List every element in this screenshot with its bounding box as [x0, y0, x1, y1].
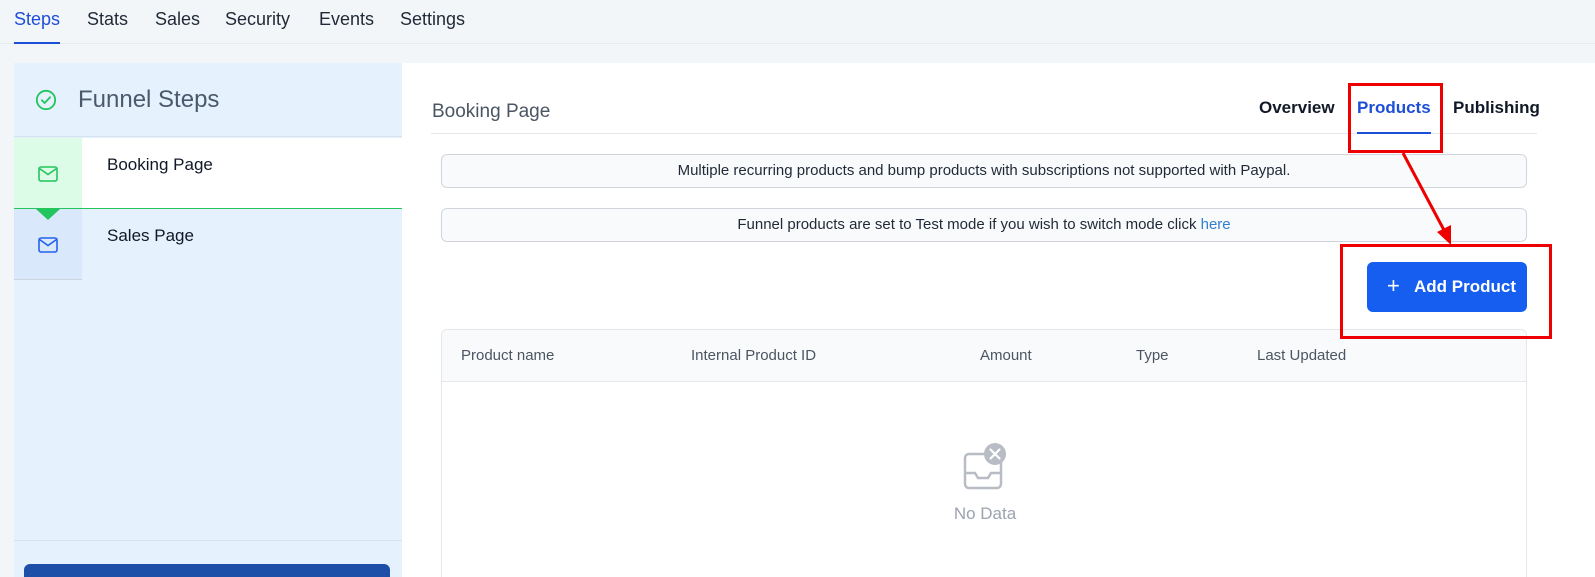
funnel-steps-sidebar: Funnel Steps Booking Page Sales Page [14, 63, 402, 577]
tab-sales[interactable]: Sales [155, 8, 200, 44]
step-booking-page[interactable]: Booking Page [14, 138, 402, 220]
top-nav: Steps Stats Sales Security Events Settin… [0, 0, 1595, 44]
tab-events[interactable]: Events [319, 8, 374, 44]
paypal-notice: Multiple recurring products and bump pro… [441, 154, 1527, 188]
column-header-last-updated[interactable]: Last Updated [1257, 347, 1346, 364]
mail-icon [38, 237, 58, 253]
sidebar-header: Funnel Steps [14, 63, 402, 137]
check-circle-icon [35, 89, 57, 111]
tab-security[interactable]: Security [225, 8, 290, 44]
column-header-internal-product-id[interactable]: Internal Product ID [691, 347, 816, 364]
subtab-overview[interactable]: Overview [1259, 98, 1335, 134]
empty-inbox-icon [963, 443, 1006, 490]
products-table: Product name Internal Product ID Amount … [441, 329, 1527, 577]
tab-stats[interactable]: Stats [87, 8, 128, 44]
empty-state-text: No Data [953, 504, 1017, 523]
sidebar-title: Funnel Steps [78, 86, 220, 113]
column-header-amount[interactable]: Amount [980, 347, 1032, 364]
sidebar-bottom-button[interactable] [24, 564, 390, 577]
paypal-notice-text: Multiple recurring products and bump pro… [677, 162, 1291, 179]
subtab-publishing[interactable]: Publishing [1453, 98, 1540, 134]
test-mode-notice-text: Funnel products are set to Test mode if … [737, 216, 1197, 233]
switch-mode-link[interactable]: here [1201, 216, 1231, 233]
annotation-box-add-product [1340, 244, 1552, 339]
column-header-type[interactable]: Type [1136, 347, 1169, 364]
step-sales-page[interactable]: Sales Page [14, 209, 402, 280]
tab-settings[interactable]: Settings [400, 8, 465, 44]
step-label: Sales Page [107, 226, 194, 245]
test-mode-notice: Funnel products are set to Test mode if … [441, 208, 1527, 242]
column-header-product-name[interactable]: Product name [461, 347, 554, 364]
step-label: Booking Page [107, 155, 213, 174]
tab-steps[interactable]: Steps [14, 8, 61, 44]
mail-icon [38, 166, 58, 182]
active-step-pointer [36, 209, 60, 220]
annotation-box-products [1348, 83, 1443, 153]
step-icon-box [14, 138, 82, 208]
page-title: Booking Page [432, 101, 551, 122]
sidebar-divider [14, 540, 402, 541]
